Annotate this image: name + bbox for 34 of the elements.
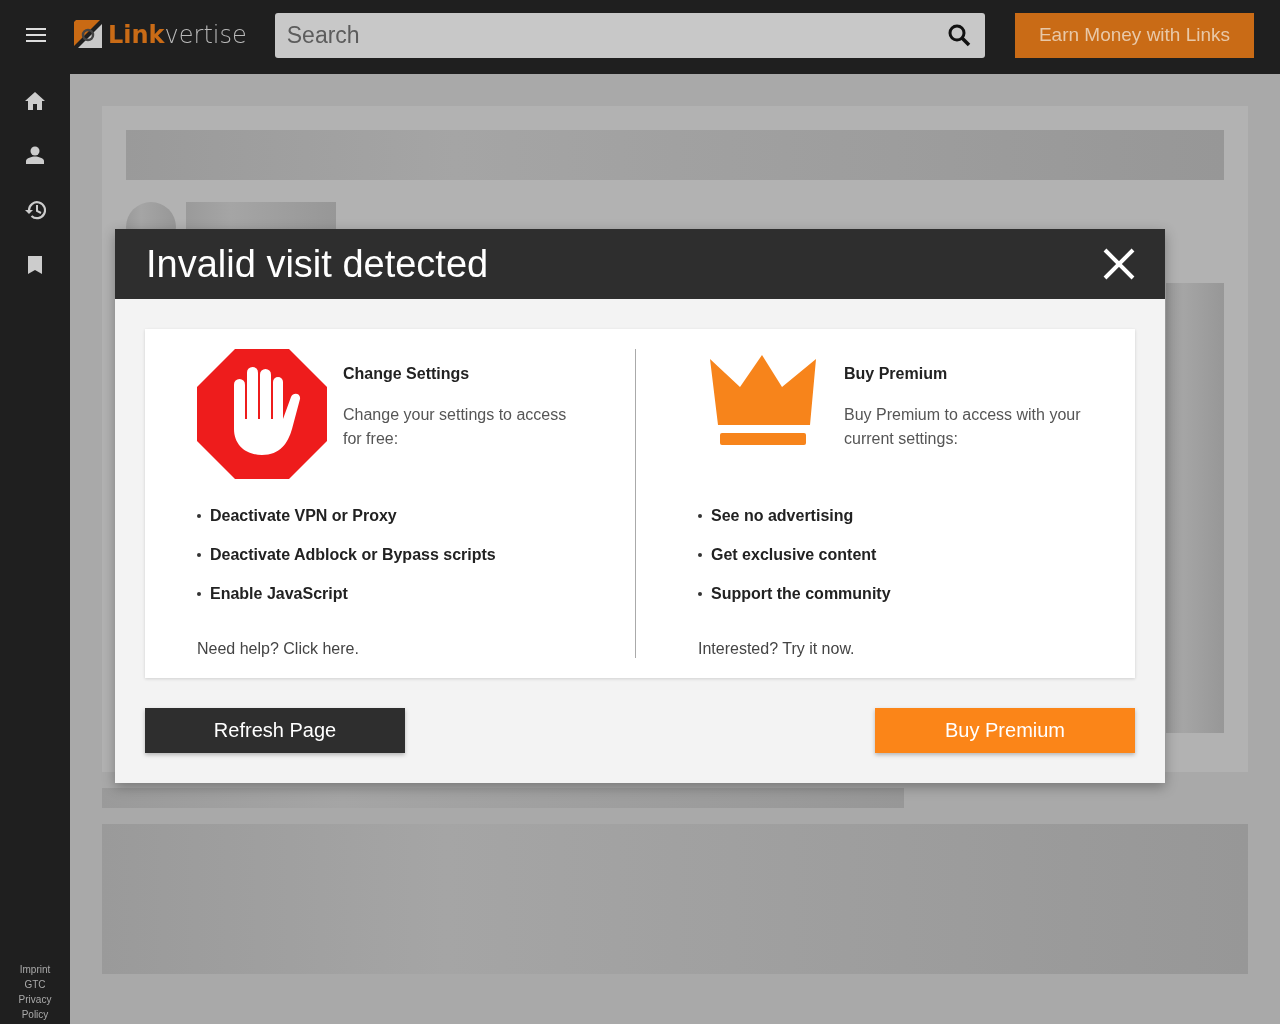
option-description: Change your settings to access for free: — [343, 405, 568, 449]
logo-text[interactable]: Linkvertise — [108, 21, 247, 49]
close-icon[interactable] — [1103, 248, 1135, 280]
option-link[interactable]: Interested? Try it now. — [698, 640, 855, 658]
option-description: Buy Premium to access with your current settings: — [844, 405, 1082, 449]
bullet-text: See no advertising — [711, 507, 854, 525]
bullet-text: Get exclusive content — [711, 546, 877, 564]
bullet-icon — [197, 553, 201, 557]
logo-icon — [72, 20, 104, 50]
bullet-icon — [197, 514, 201, 518]
bullet-icon — [698, 514, 702, 518]
footer-link[interactable]: Imprint — [19, 962, 51, 977]
footer-link[interactable]: Privacy Policy — [5, 992, 65, 1022]
bullet-text: Support the community — [711, 585, 891, 603]
bullet-icon — [197, 592, 201, 596]
option-heading: Buy Premium — [844, 365, 949, 383]
bullet-text: Deactivate VPN or Proxy — [210, 507, 397, 525]
search-icon[interactable] — [946, 22, 971, 47]
option-heading: Change Settings — [343, 365, 471, 383]
dialog-button[interactable]: Refresh Page — [145, 708, 405, 753]
bullet-text: Enable JavaScript — [210, 585, 348, 603]
home-icon[interactable] — [25, 92, 45, 110]
bullet-text: Deactivate Adblock or Bypass scripts — [210, 546, 496, 564]
menu-icon[interactable] — [26, 28, 46, 42]
stop-hand-icon — [197, 349, 327, 479]
history-icon[interactable] — [24, 200, 46, 220]
bookmark-icon[interactable] — [28, 256, 42, 274]
dialog-title: Invalid visit detected — [146, 242, 489, 286]
option-link[interactable]: Need help? Click here. — [197, 640, 359, 658]
person-icon[interactable] — [26, 146, 44, 164]
footer-link[interactable]: GTC — [24, 977, 46, 992]
bullet-icon — [698, 592, 702, 596]
bullet-icon — [698, 553, 702, 557]
search-field[interactable]: Search — [274, 12, 985, 58]
